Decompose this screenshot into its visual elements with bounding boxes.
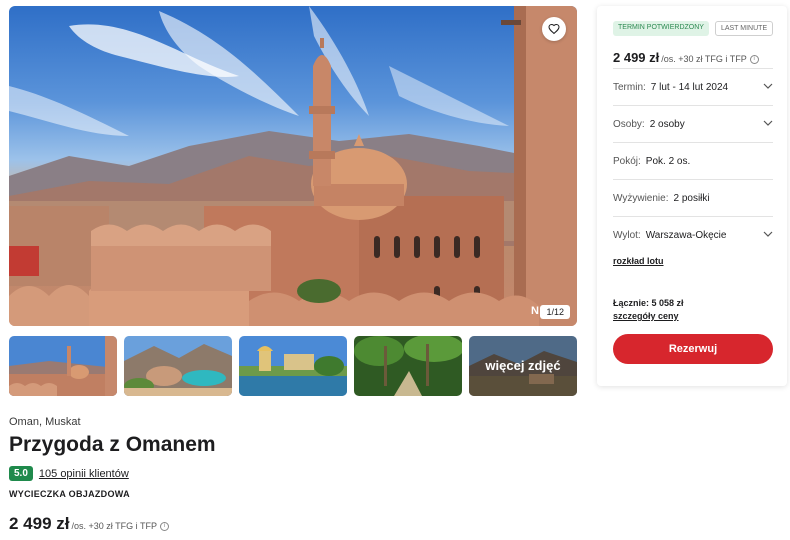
thumbnail-1[interactable]: [9, 336, 117, 396]
favorite-button[interactable]: [542, 17, 566, 41]
room-field[interactable]: Pokój: Pok. 2 os.: [613, 143, 773, 179]
offer-price-suffix: /os. +30 zł TFG i TFP i: [72, 521, 169, 532]
chevron-down-icon: [763, 83, 773, 89]
more-photos-label: więcej zdjęć: [469, 336, 577, 396]
chevron-down-icon: [763, 120, 773, 126]
departure-select[interactable]: Wylot: Warszawa-Okęcie: [613, 217, 773, 253]
offer-tags: TERMIN POTWIERDZONY LAST MINUTE: [613, 21, 774, 36]
thumbnail-4[interactable]: [354, 336, 462, 396]
heart-icon: [548, 23, 560, 35]
more-photos-thumbnail[interactable]: więcej zdjęć: [469, 336, 577, 396]
board-field[interactable]: Wyżywienie: 2 posiłki: [613, 180, 773, 216]
persons-label: Osoby:: [613, 118, 645, 130]
rating-row: 5.0 105 opinii klientów: [9, 466, 129, 481]
persons-select[interactable]: Osoby: 2 osoby: [613, 106, 773, 142]
thumbnail-palm-grove-image: [354, 336, 462, 396]
info-icon[interactable]: i: [159, 522, 169, 532]
total-price: Łącznie: 5 058 zł: [613, 298, 684, 308]
reviews-link[interactable]: 105 opinii klientów: [39, 468, 129, 480]
main-gallery-image[interactable]: N 1/12: [9, 6, 577, 326]
chevron-down-icon: [763, 231, 773, 237]
term-value: 7 lut - 14 lut 2024: [650, 81, 729, 93]
offer-title: Przygoda z Omanem: [9, 433, 216, 456]
gallery-counter: 1/12: [540, 305, 570, 319]
term-label: Termin:: [613, 81, 646, 93]
room-value: Pok. 2 os.: [645, 155, 691, 167]
gallery-corner-text: N: [531, 305, 539, 317]
board-value: 2 posiłki: [673, 192, 710, 204]
gallery-thumbnails: więcej zdjęć: [9, 336, 577, 396]
thumbnail-park-image: [239, 336, 347, 396]
thumbnail-2[interactable]: [124, 336, 232, 396]
booking-price-value: 2 499 zł: [613, 50, 660, 65]
booking-panel: TERMIN POTWIERDZONY LAST MINUTE 2 499 zł…: [597, 6, 787, 386]
booking-price-suffix: /os. +30 zł TFG i TFP i: [661, 54, 759, 65]
offer-location: Oman, Muskat: [9, 416, 81, 428]
room-label: Pokój:: [613, 155, 641, 167]
last-minute-tag: LAST MINUTE: [714, 21, 774, 36]
departure-value: Warszawa-Okęcie: [645, 229, 727, 241]
confirmed-term-tag: TERMIN POTWIERDZONY: [613, 21, 709, 36]
offer-price: 2 499 zł /os. +30 zł TFG i TFP i: [9, 514, 169, 534]
trip-type-label: WYCIECZKA OBJAZDOWA: [9, 489, 130, 499]
board-label: Wyżywienie:: [613, 192, 669, 204]
thumbnail-3[interactable]: [239, 336, 347, 396]
rating-badge: 5.0: [9, 466, 33, 481]
book-button[interactable]: Rezerwuj: [613, 334, 773, 364]
departure-label: Wylot:: [613, 229, 641, 241]
price-details-link[interactable]: szczegóły ceny: [613, 311, 679, 321]
thumbnail-oasis-image: [124, 336, 232, 396]
persons-value: 2 osoby: [649, 118, 685, 130]
mosque-landscape-image: [9, 6, 577, 326]
term-select[interactable]: Termin: 7 lut - 14 lut 2024: [613, 69, 773, 105]
thumbnail-mosque-image: [9, 336, 117, 396]
flight-schedule-link[interactable]: rozkład lotu: [613, 256, 664, 266]
booking-price: 2 499 zł /os. +30 zł TFG i TFP i: [613, 50, 759, 65]
info-icon[interactable]: i: [749, 55, 759, 65]
offer-price-value: 2 499 zł: [9, 514, 70, 533]
